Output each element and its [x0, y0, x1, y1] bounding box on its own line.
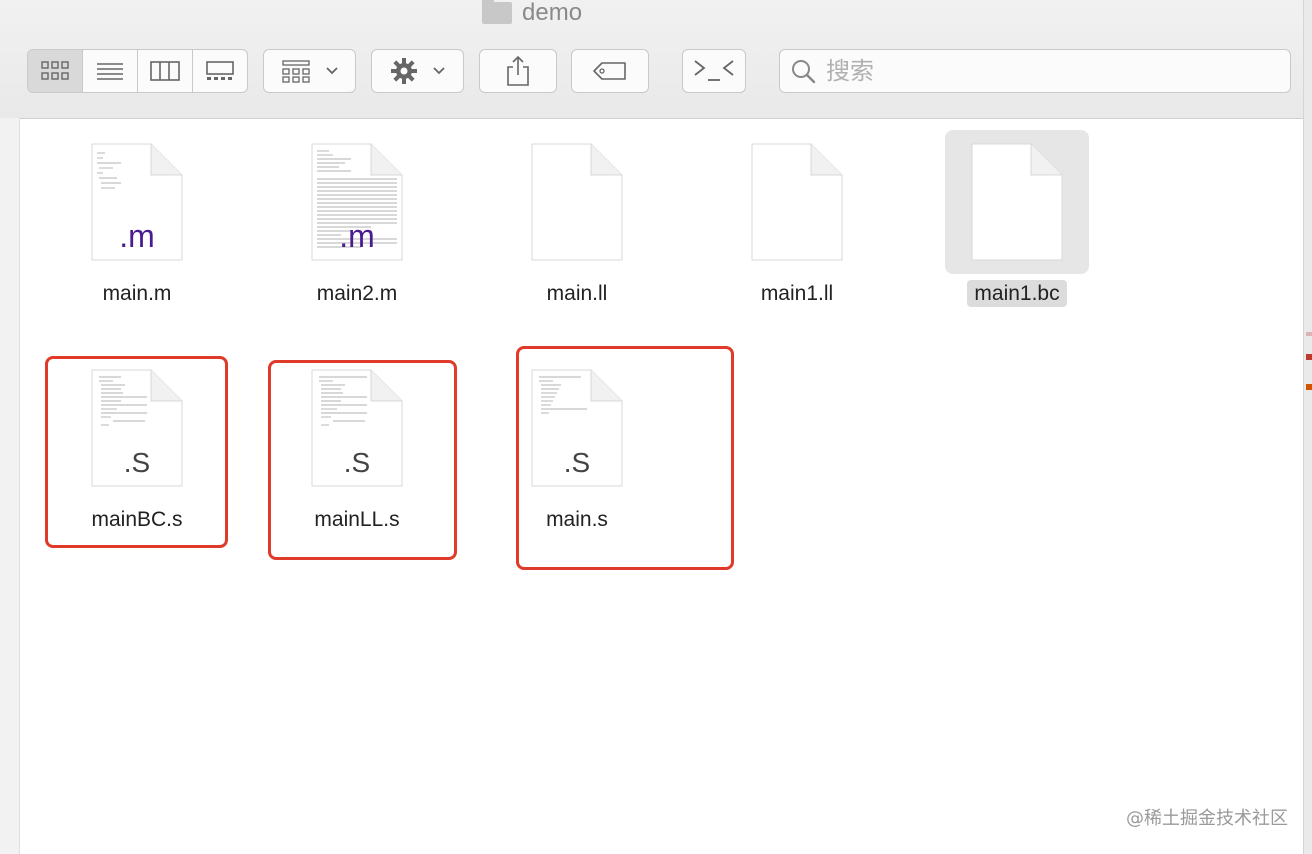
file-thumbnail: .m — [65, 130, 209, 274]
document-icon — [531, 143, 623, 261]
file-name: main1.ll — [760, 282, 834, 305]
tag-icon — [593, 62, 626, 80]
window-title-text: demo — [522, 0, 583, 26]
document-icon — [751, 143, 843, 261]
folder-icon — [482, 0, 512, 24]
file-extension-label: .m — [339, 218, 375, 254]
window-title: demo — [482, 0, 582, 28]
chevron-down-icon — [325, 67, 338, 75]
document-icon: .m — [91, 143, 183, 261]
file-name: main2.m — [316, 282, 398, 305]
file-thumbnail — [725, 130, 869, 274]
tags-button[interactable] — [571, 49, 649, 93]
highlight-box — [45, 356, 228, 548]
document-icon — [971, 143, 1063, 261]
watermark: @稀土掘金技术社区 — [1126, 808, 1288, 829]
search-icon — [792, 60, 816, 84]
document-icon: .m — [311, 143, 403, 261]
file-item[interactable]: main.ll — [477, 130, 677, 320]
file-extension-label: .m — [119, 218, 155, 254]
search-input[interactable] — [824, 56, 1268, 86]
highlight-box — [268, 360, 457, 560]
group-by-button[interactable] — [263, 49, 356, 93]
search-field[interactable] — [779, 49, 1291, 93]
terminal-button[interactable] — [682, 49, 746, 93]
file-item-selected[interactable]: main1.bc — [917, 130, 1117, 320]
list-view-icon — [97, 63, 123, 80]
file-name: main1.bc — [917, 280, 1117, 307]
share-icon — [507, 55, 529, 86]
sidebar-edge — [0, 118, 20, 854]
finder-toolbar: demo — [0, 0, 1312, 119]
terminal-icon — [694, 60, 734, 81]
file-name: main.ll — [546, 282, 608, 305]
icon-view-icon — [41, 61, 69, 80]
file-thumbnail — [505, 130, 649, 274]
gallery-view-button[interactable] — [193, 50, 247, 92]
file-item[interactable]: .m main2.m — [257, 130, 457, 320]
list-view-button[interactable] — [83, 50, 138, 92]
file-item[interactable]: main1.ll — [697, 130, 897, 320]
action-menu-button[interactable] — [371, 49, 464, 93]
file-thumbnail — [945, 130, 1089, 274]
share-button[interactable] — [479, 49, 557, 93]
file-name: main.m — [102, 282, 172, 305]
group-grid-icon — [281, 60, 310, 83]
background-window-edge — [1303, 0, 1312, 854]
column-view-button[interactable] — [138, 50, 193, 92]
gear-icon — [390, 58, 417, 84]
file-item[interactable]: .m main.m — [37, 130, 237, 320]
chevron-down-icon — [432, 67, 445, 75]
view-mode-group — [27, 49, 248, 93]
file-thumbnail: .m — [285, 130, 429, 274]
gallery-view-icon — [206, 61, 234, 80]
icon-view-button[interactable] — [28, 50, 83, 92]
highlight-box — [516, 346, 734, 570]
column-view-icon — [150, 61, 180, 81]
